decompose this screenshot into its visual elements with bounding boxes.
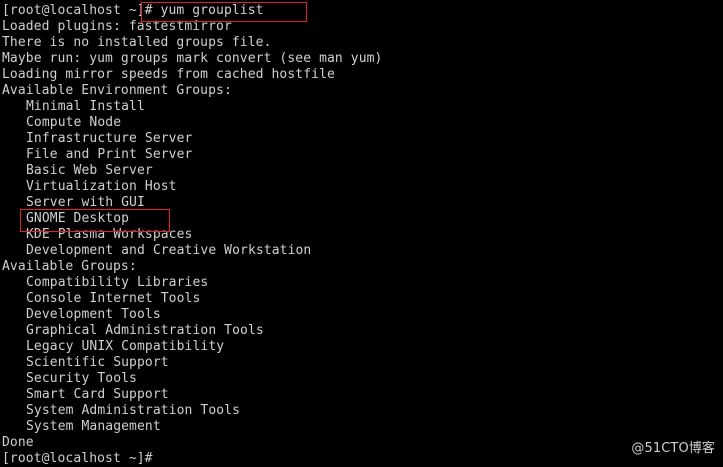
groups-header: Available Groups:	[2, 259, 137, 274]
group-item: Legacy UNIX Compatibility	[26, 339, 225, 354]
env-group-item: Development and Creative Workstation	[26, 243, 312, 258]
command-highlight-box	[141, 2, 307, 22]
group-item: Compatibility Libraries	[26, 275, 209, 290]
done-line: Done	[2, 435, 34, 450]
env-group-item: Basic Web Server	[26, 163, 153, 178]
terminal-window[interactable]: [root@localhost ~]# yum grouplist Loaded…	[0, 0, 723, 466]
env-group-item: File and Print Server	[26, 147, 193, 162]
env-group-item: Compute Node	[26, 115, 122, 130]
group-item: Console Internet Tools	[26, 291, 201, 306]
env-group-item: Minimal Install	[26, 99, 145, 114]
env-groups-header: Available Environment Groups:	[2, 83, 232, 98]
group-item: Smart Card Support	[26, 387, 169, 402]
output-line: Loading mirror speeds from cached hostfi…	[2, 67, 335, 82]
group-item: System Management	[26, 419, 161, 434]
env-group-item: Virtualization Host	[26, 179, 177, 194]
env-group-item: Infrastructure Server	[26, 131, 193, 146]
group-item: Development Tools	[26, 307, 161, 322]
watermark-text: @51CTO博客	[631, 441, 715, 456]
output-line: There is no installed groups file.	[2, 35, 272, 50]
output-line: Maybe run: yum groups mark convert (see …	[2, 51, 383, 66]
group-item: Security Tools	[26, 371, 137, 386]
group-item: System Administration Tools	[26, 403, 241, 418]
gnome-desktop-highlight-box	[20, 209, 170, 232]
group-item: Scientific Support	[26, 355, 169, 370]
group-item: Graphical Administration Tools	[26, 323, 264, 338]
